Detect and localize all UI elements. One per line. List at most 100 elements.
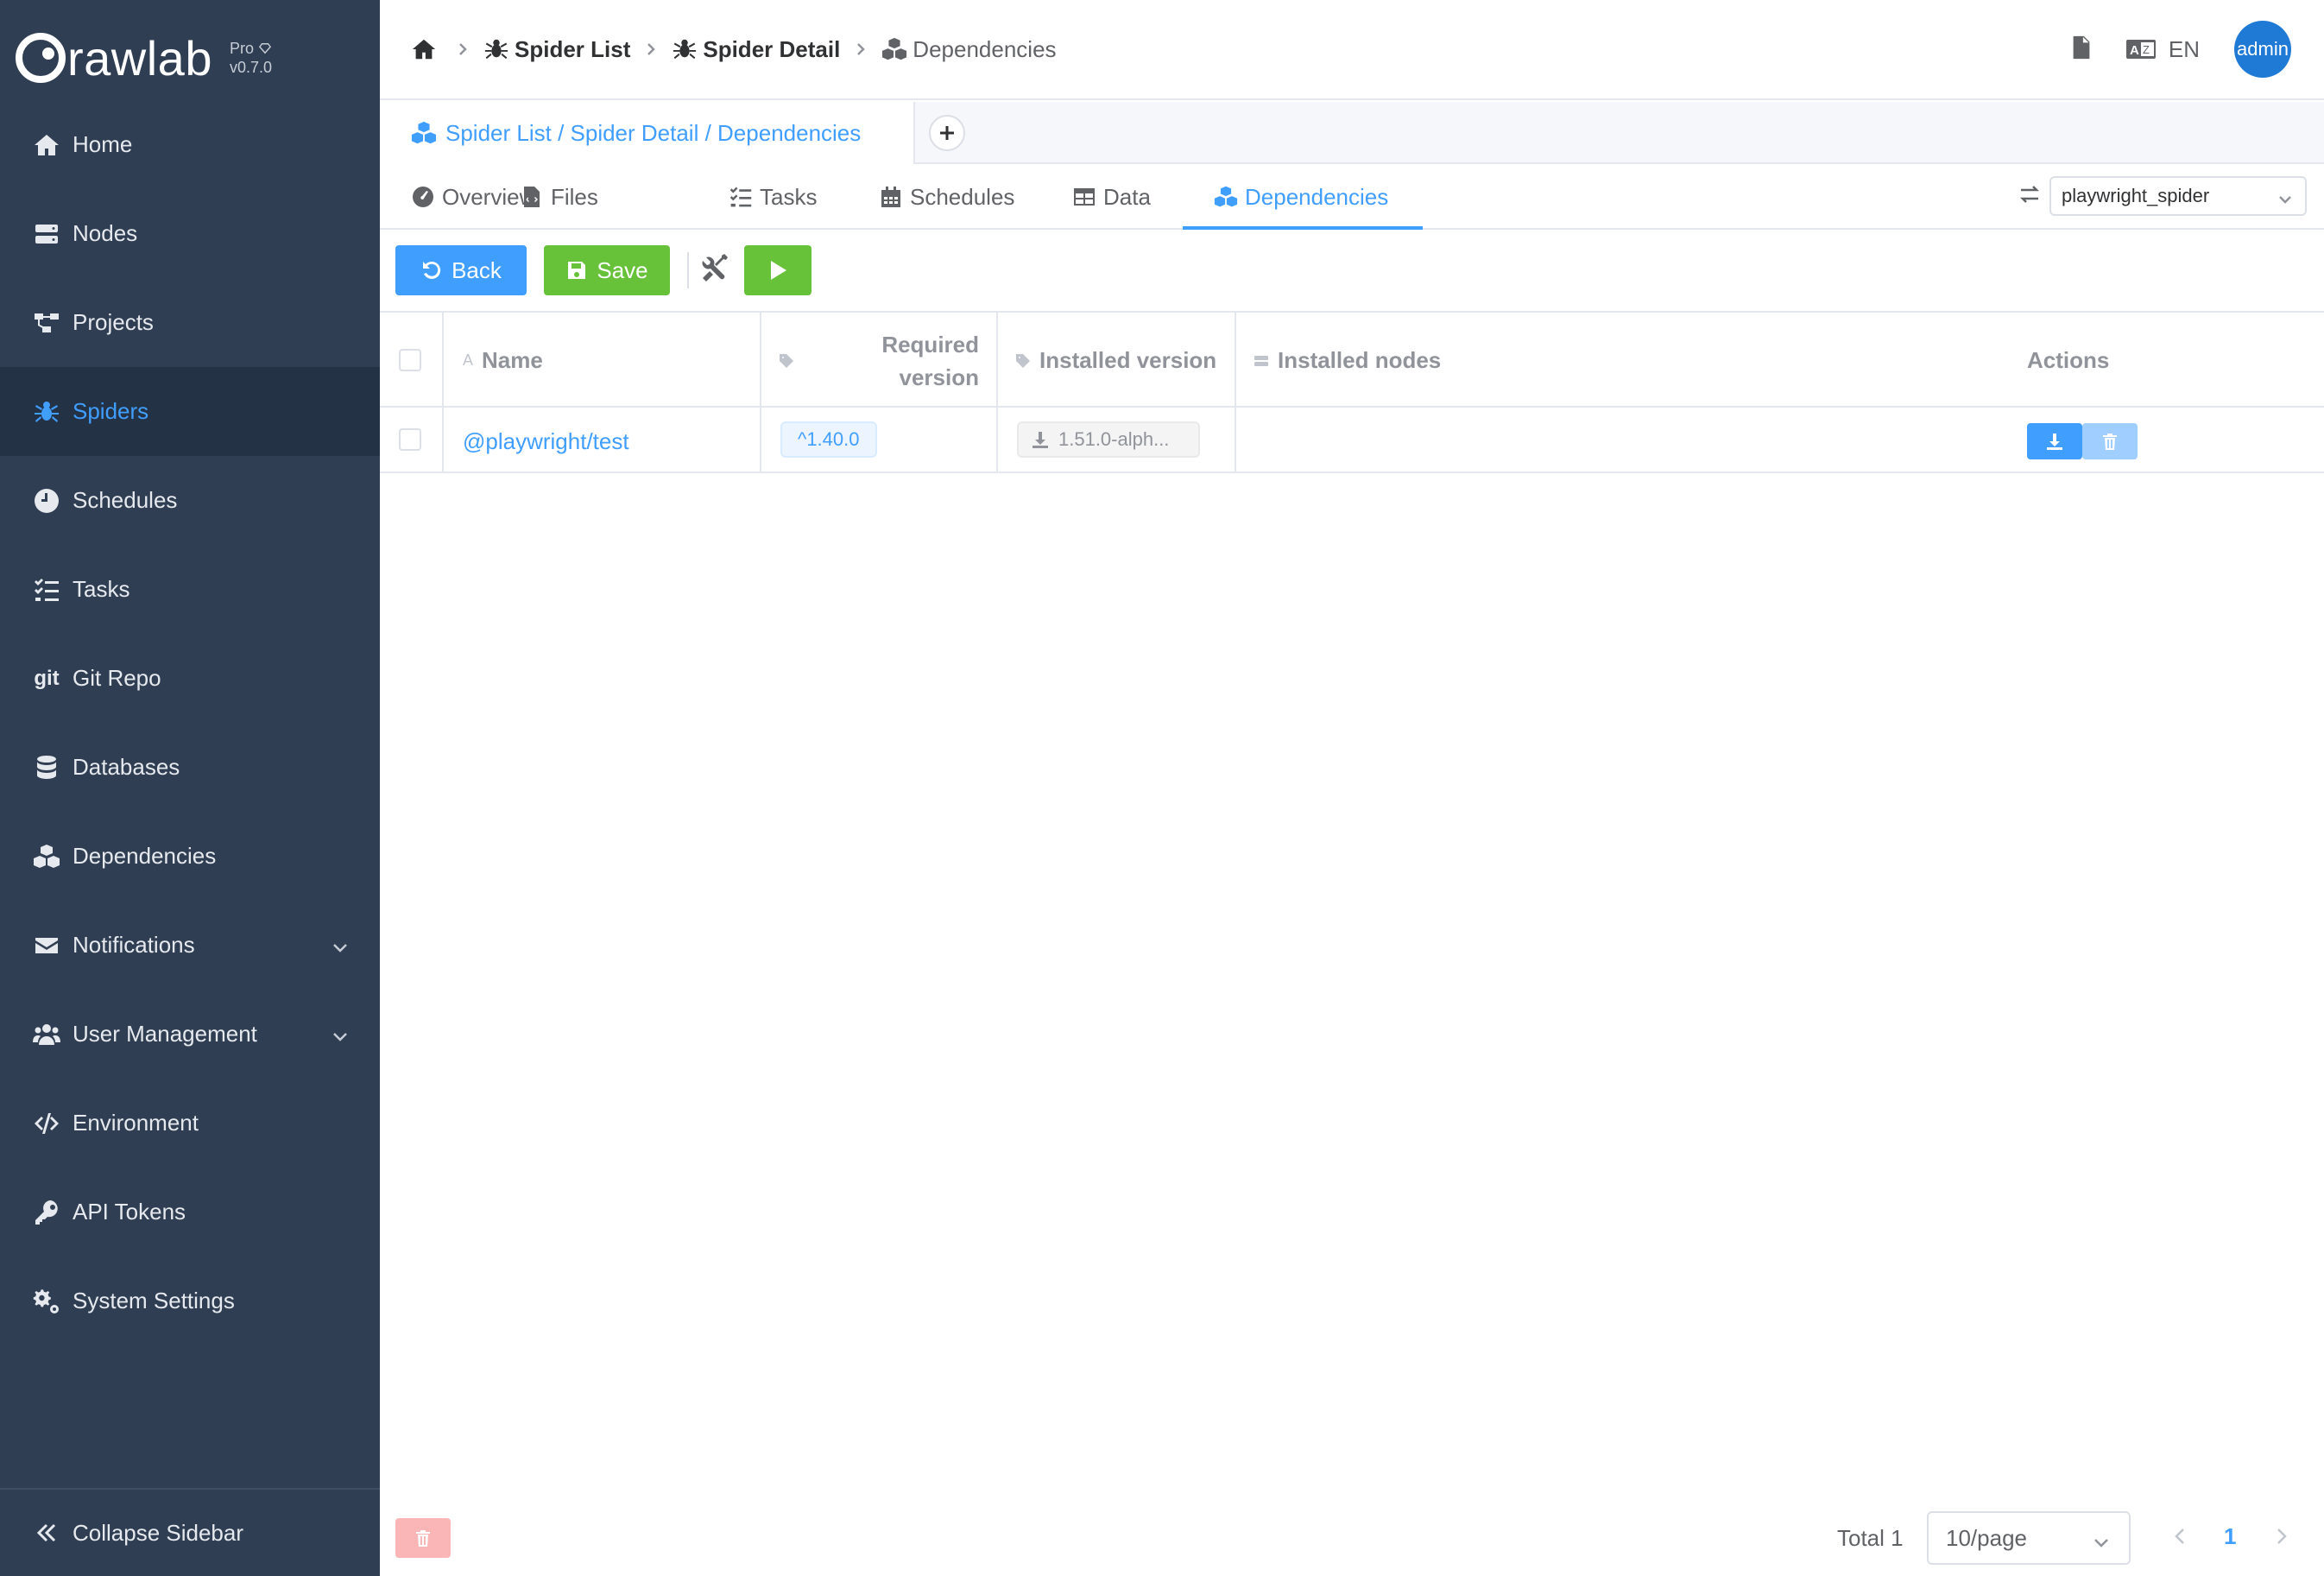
column-header-label: Name xyxy=(482,347,543,373)
trash-icon xyxy=(416,1530,430,1547)
sidebar-item-nodes[interactable]: Nodes xyxy=(0,189,380,278)
tab-files[interactable]: Files xyxy=(520,164,598,230)
chevron-right-icon xyxy=(644,42,658,56)
app-logo[interactable]: rawlab Pro v0.7.0 xyxy=(16,19,272,97)
breadcrumb-dependencies: Dependencies xyxy=(881,36,1057,63)
translate-icon: AZ xyxy=(2125,40,2156,59)
column-header-label: Installed version xyxy=(1039,347,1217,373)
tools-icon[interactable] xyxy=(699,254,730,289)
column-header-label: Required version xyxy=(881,328,979,394)
breadcrumb-label: Spider Detail xyxy=(703,35,841,62)
double-chevron-left-icon xyxy=(31,1517,62,1548)
tab-tasks[interactable]: Tasks xyxy=(729,164,817,230)
bulk-delete-button[interactable] xyxy=(395,1518,451,1558)
column-divider xyxy=(760,408,761,473)
sidebar-item-label: Dependencies xyxy=(73,843,217,869)
sidebar-item-label: Spiders xyxy=(73,398,149,424)
calendar-icon xyxy=(881,187,900,207)
column-header-installed-version[interactable]: Installed version xyxy=(1015,347,1216,374)
sidebar-item-dependencies[interactable]: Dependencies xyxy=(0,812,380,901)
sidebar-item-git-repo[interactable]: git Git Repo xyxy=(0,634,380,723)
page-size-value: 10/page xyxy=(1946,1524,2027,1551)
breadcrumb-spider-detail[interactable]: Spider Detail xyxy=(672,36,840,63)
page-size-select[interactable]: 10/page xyxy=(1927,1511,2131,1565)
save-icon xyxy=(568,262,586,279)
cubes-icon xyxy=(31,841,62,872)
table-row[interactable]: @playwright/test ^1.40.0 1.51.0-alph... xyxy=(380,408,2324,473)
sidebar-item-databases[interactable]: Databases xyxy=(0,723,380,812)
chevron-right-icon xyxy=(854,42,868,56)
dependency-name-link[interactable]: @playwright/test xyxy=(463,428,629,455)
save-button[interactable]: Save xyxy=(544,245,670,295)
tag-icon xyxy=(1016,353,1030,368)
page-tab-bar: Spider List / Spider Detail / Dependenci… xyxy=(380,102,2324,164)
logo-text: rawlab xyxy=(67,30,212,85)
dependencies-table: A Name Required version Installed versio… xyxy=(380,313,2324,473)
sidebar-item-environment[interactable]: Environment xyxy=(0,1079,380,1168)
sidebar-item-label: Projects xyxy=(73,309,154,335)
run-button[interactable] xyxy=(744,245,812,295)
header-actions: AZ EN admin xyxy=(2068,21,2291,78)
svg-text:A: A xyxy=(2130,43,2139,58)
next-page-button[interactable] xyxy=(2274,1527,2291,1548)
installed-version-tag[interactable]: 1.51.0-alph... xyxy=(1017,421,1200,458)
column-header-name[interactable]: A Name xyxy=(463,347,543,374)
column-header-required-version[interactable]: Required version xyxy=(779,328,979,394)
table-footer: Total 1 10/page 1 xyxy=(380,1501,2324,1576)
chevron-down-icon[interactable] xyxy=(332,1024,349,1041)
language-switcher[interactable]: AZ EN xyxy=(2125,36,2200,63)
select-all-checkbox[interactable] xyxy=(399,349,421,371)
page-number-current[interactable]: 1 xyxy=(2224,1523,2236,1550)
clock-icon xyxy=(31,485,62,516)
download-icon xyxy=(2047,434,2062,450)
sidebar-item-system-settings[interactable]: System Settings xyxy=(0,1256,380,1345)
row-checkbox[interactable] xyxy=(399,428,421,451)
sidebar-item-spiders[interactable]: Spiders xyxy=(0,367,380,456)
tab-data[interactable]: Data xyxy=(1072,164,1151,230)
cubes-icon xyxy=(411,121,437,144)
tab-label: Files xyxy=(551,183,598,210)
spider-icon xyxy=(31,396,62,427)
sidebar-item-home[interactable]: Home xyxy=(0,100,380,189)
chevron-down-icon[interactable] xyxy=(332,935,349,953)
exchange-icon xyxy=(2018,183,2049,210)
play-icon xyxy=(771,261,786,280)
tab-label: Data xyxy=(1103,183,1151,210)
spider-select[interactable]: playwright_spider xyxy=(2049,176,2307,216)
install-button[interactable] xyxy=(2027,423,2082,459)
tab-overview[interactable]: Overview xyxy=(411,164,535,230)
column-header-label-line: version xyxy=(899,364,980,390)
prev-page-button[interactable] xyxy=(2172,1527,2189,1548)
sidebar-item-user-management[interactable]: User Management xyxy=(0,990,380,1079)
breadcrumb-spider-list[interactable]: Spider List xyxy=(483,36,630,63)
svg-text:Z: Z xyxy=(2143,43,2150,56)
tab-schedules[interactable]: Schedules xyxy=(879,164,1014,230)
home-icon xyxy=(412,39,436,60)
back-button[interactable]: Back xyxy=(395,245,527,295)
language-label: EN xyxy=(2168,35,2200,62)
edition-label: Pro xyxy=(229,40,254,57)
collapse-sidebar-label: Collapse Sidebar xyxy=(73,1519,244,1546)
avatar[interactable]: admin xyxy=(2234,21,2291,78)
git-icon: git xyxy=(34,666,60,690)
tab-dependencies[interactable]: Dependencies xyxy=(1214,164,1388,230)
uninstall-button[interactable] xyxy=(2082,423,2138,459)
sidebar-item-tasks[interactable]: Tasks xyxy=(0,545,380,634)
page-tab-active[interactable]: Spider List / Spider Detail / Dependenci… xyxy=(380,102,915,164)
spider-icon xyxy=(673,39,697,60)
column-header-label: Installed nodes xyxy=(1278,347,1442,373)
pagination-total: Total 1 xyxy=(1837,1525,1904,1551)
envelope-icon xyxy=(31,930,62,961)
sidebar-item-schedules[interactable]: Schedules xyxy=(0,456,380,545)
key-icon xyxy=(31,1197,62,1228)
document-icon[interactable] xyxy=(2068,35,2094,65)
column-header-installed-nodes[interactable]: Installed nodes xyxy=(1254,347,1441,374)
sidebar-item-notifications[interactable]: Notifications xyxy=(0,901,380,990)
sidebar-item-projects[interactable]: Projects xyxy=(0,278,380,367)
add-tab-button[interactable] xyxy=(929,115,965,151)
column-header-actions: Actions xyxy=(2027,347,2109,374)
breadcrumb-home[interactable] xyxy=(411,36,442,62)
sidebar-item-api-tokens[interactable]: API Tokens xyxy=(0,1168,380,1256)
column-divider xyxy=(1235,408,1236,473)
collapse-sidebar-button[interactable]: Collapse Sidebar xyxy=(0,1488,380,1576)
